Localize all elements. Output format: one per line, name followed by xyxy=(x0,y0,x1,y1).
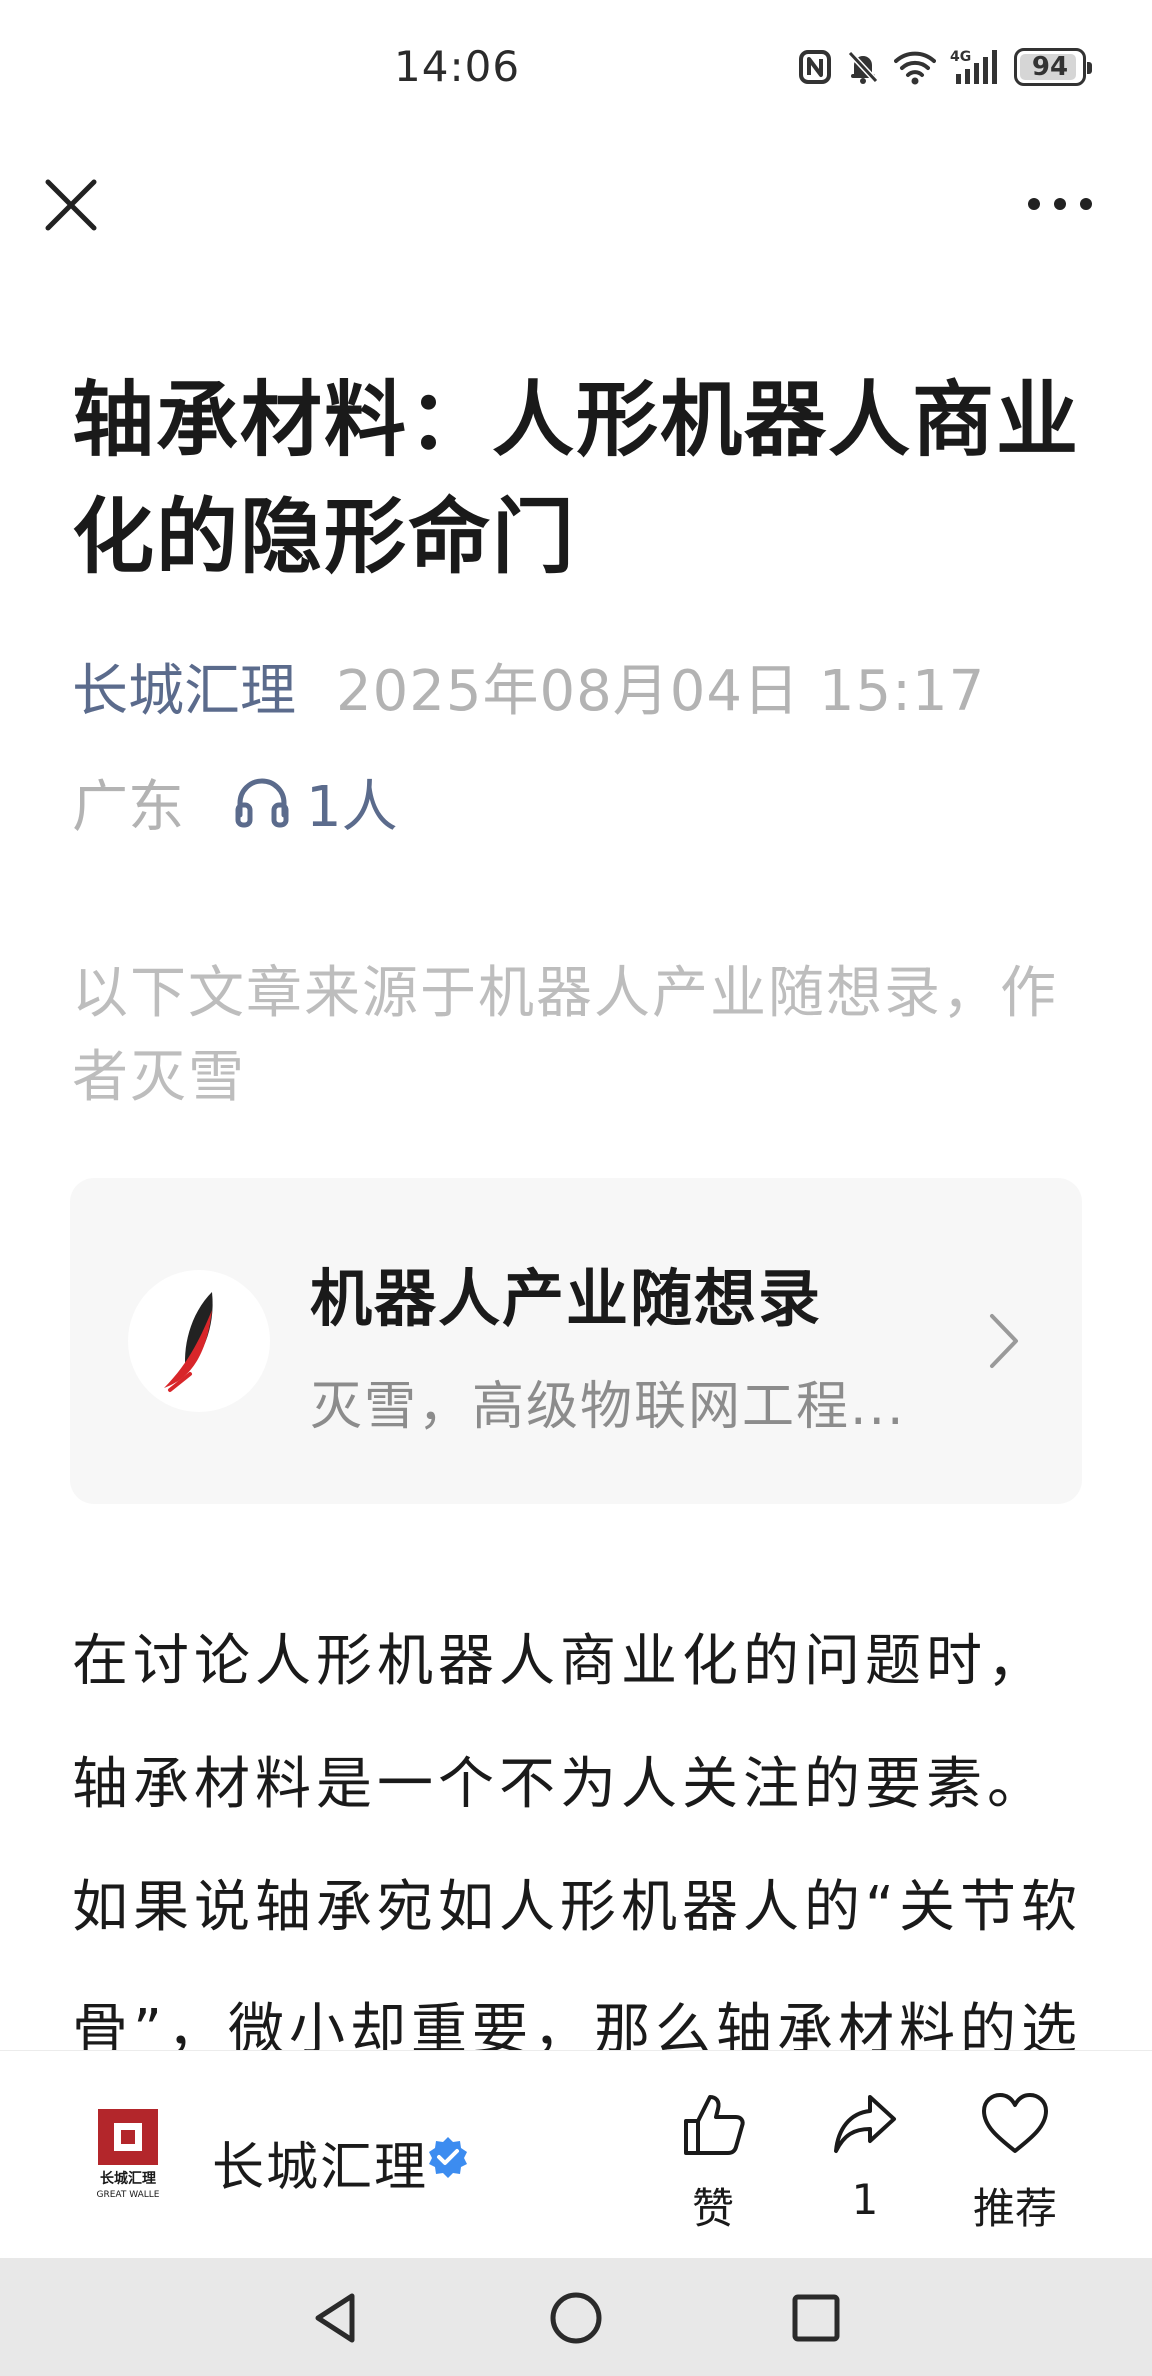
battery-percent: 94 xyxy=(1031,52,1069,82)
article-title: 轴承材料：人形机器人商业化的隐形命门 xyxy=(72,373,1081,585)
share-button[interactable]: 1 xyxy=(800,2089,930,2224)
network-type-label: 4G xyxy=(950,49,971,65)
nfc-icon xyxy=(799,50,831,84)
verified-badge-icon xyxy=(429,2137,467,2178)
heart-icon xyxy=(982,2093,1048,2153)
more-options-button[interactable] xyxy=(1020,184,1100,224)
like-label: 赞 xyxy=(691,2184,734,2233)
mute-bell-icon xyxy=(847,50,879,84)
share-arrow-icon xyxy=(834,2095,896,2153)
source-note: 以下文章来源于机器人产业随想录，作者灭雪 xyxy=(72,961,1058,1110)
chevron-right-icon xyxy=(990,1314,1018,1368)
status-icons: 4G 94 xyxy=(798,44,1092,90)
like-button[interactable]: 赞 xyxy=(648,2089,778,2236)
recents-square-icon[interactable] xyxy=(786,2288,846,2348)
great-wall-logo-icon: 长城汇理 GREAT WALLE xyxy=(96,2109,160,2200)
close-icon xyxy=(45,179,97,231)
cellular-signal-icon: 4G xyxy=(950,49,997,84)
body-paragraph-line: 如果说轴承宛如人形机器人的“关节软 xyxy=(72,1875,1083,1940)
article-body: 在讨论人形机器人商业化的问题时， 轴承材料是一个不为人关注的要素。 如果说轴承宛… xyxy=(72,1600,1082,2092)
system-navigation-bar xyxy=(0,2258,1152,2376)
logo-text: 长城汇理 xyxy=(100,2170,156,2187)
thumbs-up-icon xyxy=(684,2095,745,2155)
article-meta-secondary: 广东 1人 xyxy=(72,766,398,840)
status-time: 14:06 xyxy=(394,42,521,91)
headphones-icon xyxy=(235,778,289,828)
logo-subtext: GREAT WALLE xyxy=(96,2190,159,2200)
bottom-action-bar: 长城汇理 GREAT WALLE 长城汇理 赞 1 推荐 xyxy=(0,2050,1152,2258)
location-label: 广东 xyxy=(72,774,184,840)
recommend-button[interactable]: 推荐 xyxy=(950,2089,1080,2236)
body-paragraph-line: 轴承材料是一个不为人关注的要素。 xyxy=(72,1752,1048,1817)
account-name-footer[interactable]: 长城汇理 xyxy=(212,2125,428,2200)
wifi-icon xyxy=(894,51,936,85)
back-triangle-icon[interactable] xyxy=(306,2288,366,2348)
article-page: 14:06 4G 94 轴承材料：人形机器人商业化的隐形命门 长城汇理 2025… xyxy=(0,0,1152,2376)
article-meta: 长城汇理 2025年08月04日 15:17 xyxy=(72,650,985,724)
close-button[interactable] xyxy=(38,172,104,238)
home-circle-icon[interactable] xyxy=(546,2288,606,2348)
recommend-label: 推荐 xyxy=(972,2184,1057,2233)
body-paragraph-line: 在讨论人形机器人商业化的问题时， xyxy=(72,1629,1048,1694)
source-account-card[interactable]: 机器人产业随想录 灭雪，高级物联网工程... xyxy=(70,1178,1082,1504)
feather-logo-icon xyxy=(164,1292,213,1392)
status-bar: 14:06 4G 94 xyxy=(0,0,1152,136)
account-name: 机器人产业随想录 xyxy=(310,1262,823,1335)
account-description: 灭雪，高级物联网工程... xyxy=(310,1377,906,1437)
share-count: 1 xyxy=(851,2175,879,2224)
account-avatar xyxy=(128,1270,270,1412)
listen-button[interactable]: 1人 xyxy=(234,762,398,843)
account-logo[interactable]: 长城汇理 GREAT WALLE xyxy=(88,2109,168,2205)
author-link[interactable]: 长城汇理 xyxy=(72,646,296,727)
listen-count: 1人 xyxy=(306,774,398,840)
battery-indicator: 94 xyxy=(1014,48,1092,86)
more-icon xyxy=(1028,198,1092,210)
publish-date: 2025年08月04日 15:17 xyxy=(336,658,986,724)
